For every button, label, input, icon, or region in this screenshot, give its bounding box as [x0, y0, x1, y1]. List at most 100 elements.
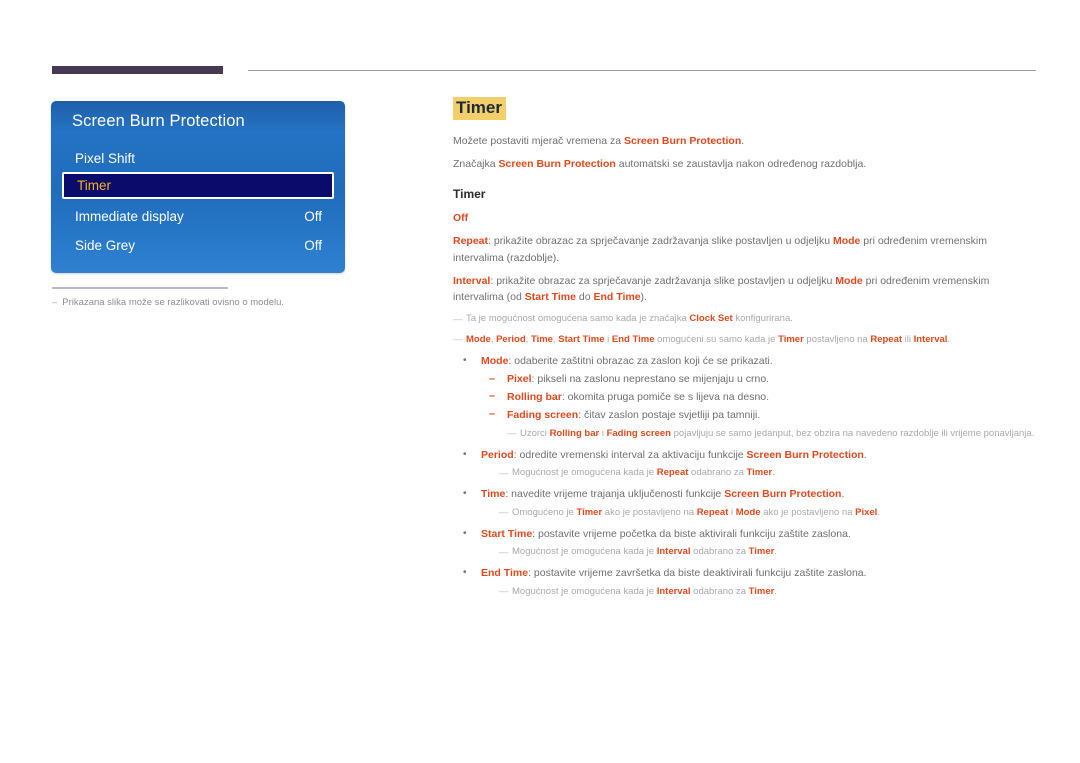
note-end-time-t1: Mogućnost je omogućena kada je [512, 585, 657, 597]
osd-item-value: Off [304, 208, 322, 224]
note-modes-k8: Interval [913, 333, 948, 345]
intro-1-key: Screen Burn Protection [623, 134, 742, 147]
note-time-k2: Repeat [696, 506, 729, 518]
note-start-time: — Mogućnost je omogućena kada je Interval… [499, 545, 1038, 559]
bullet-dot-icon: • [463, 488, 467, 500]
osd-item-pixel-shift[interactable]: Pixel Shift [62, 145, 334, 171]
note-dash-icon: — [453, 313, 463, 325]
bullet-start-time-text: : postavite vrijeme početka da biste akt… [532, 527, 851, 540]
sub-item-rolling-bar-key: Rolling bar [507, 390, 562, 403]
note-time-k4: Pixel [855, 506, 878, 518]
bullet-period: • Period: odredite vremenski interval za … [453, 447, 1038, 481]
bullet-dot-icon: • [463, 527, 467, 539]
osd-item-label: Side Grey [75, 237, 136, 253]
bullet-dot-icon: • [463, 567, 467, 579]
osd-item-value: Off [304, 237, 322, 253]
note-time-k1: Timer [576, 506, 603, 518]
sub-item-pixel: – Pixel: pikseli na zaslonu neprestano se… [481, 371, 1038, 388]
note-modes-k1: Mode [466, 333, 491, 345]
note-modes-enabled: — Mode, Period, Time, Start Time i End Ti… [453, 333, 1038, 347]
manual-page: Screen Burn Protection Pixel Shift Timer… [0, 0, 1080, 763]
sub-item-fading-screen: – Fading screen: čitav zaslon postaje svj… [481, 407, 1038, 424]
bullet-period-k2: Screen Burn Protection [746, 448, 864, 461]
bullet-time-t1: : navedite vrijeme trajanja uključenosti… [505, 488, 725, 501]
option-interval-t4: ). [640, 291, 647, 304]
bullet-period-t2: . [863, 448, 867, 461]
bullet-time: • Time: navedite vrijeme trajanja uključe… [453, 486, 1038, 520]
note-time-t2: ako je postavljeno na [602, 506, 697, 518]
bullet-dot-icon: • [463, 448, 467, 460]
option-off-key: Off [453, 212, 469, 225]
note-dash-icon: — [453, 334, 463, 346]
note-period-t3: . [772, 467, 775, 479]
sub-item-rolling-bar: – Rolling bar: okomita pruga pomiče se s … [481, 389, 1038, 406]
bullet-time-k2: Screen Burn Protection [724, 488, 842, 501]
note-mode-t2: i [599, 427, 607, 439]
note-dash-icon: — [499, 467, 509, 479]
option-interval-t1: : prikažite obrazac za sprječavanje zadr… [490, 274, 836, 287]
option-off: Off [453, 210, 1038, 226]
note-time: — Omogućeno je Timer ako je postavljeno n… [499, 506, 1038, 520]
page-title: Timer [453, 97, 506, 120]
option-repeat: Repeat: prikažite obrazac za sprječavanj… [453, 233, 1038, 266]
note-dash-icon: — [507, 428, 517, 440]
mode-sub-list: – Pixel: pikseli na zaslonu neprestano se… [481, 371, 1038, 423]
dash-icon: – [489, 372, 496, 385]
osd-item-side-grey[interactable]: Side Grey Off [62, 232, 334, 258]
sub-item-pixel-key: Pixel [507, 373, 532, 386]
note-time-t1: Omogućeno je [512, 506, 577, 518]
header-tab-marker [52, 66, 223, 74]
content-column: Timer Možete postaviti mjerač vremena za… [453, 97, 1038, 605]
osd-item-label: Pixel Shift [75, 150, 136, 166]
note-time-t4: ako je postavljeno na [760, 506, 856, 518]
osd-item-timer[interactable]: Timer [62, 172, 334, 199]
panel-footnote: – Prikazana slika može se razlikovati ov… [52, 296, 372, 309]
osd-item-label: Immediate display [75, 208, 184, 224]
bullet-mode-text: : odaberite zaštitni obrazac za zaslon k… [508, 354, 773, 367]
bullet-start-time-key: Start Time [481, 527, 533, 540]
note-start-time-k1: Interval [656, 546, 691, 558]
note-modes-k3: Time [530, 333, 553, 345]
note-dash-icon: — [499, 507, 509, 519]
note-modes-s4: i [604, 333, 612, 345]
osd-item-label: Timer [77, 178, 111, 193]
intro-2-pre: Značajka [453, 157, 499, 170]
note-end-time-t3: . [774, 585, 777, 597]
note-modes-t3: ili [902, 333, 914, 345]
note-modes-t2: postavljeno na [803, 333, 871, 345]
bullet-period-key: Period [481, 448, 514, 461]
note-modes-t4: . [947, 333, 951, 345]
note-mode-patterns: — Uzorci Rolling bar i Fading screen poja… [507, 427, 1038, 441]
option-repeat-k2: Mode [832, 235, 861, 248]
osd-menu-panel: Screen Burn Protection Pixel Shift Timer… [51, 101, 345, 273]
note-clock-t1: Ta je mogućnost omogućena samo kada je z… [466, 313, 690, 325]
intro-2-post: automatski se zaustavlja nakon određenog… [615, 157, 867, 170]
sub-item-fading-screen-key: Fading screen [507, 408, 579, 421]
note-end-time-k1: Interval [656, 585, 691, 597]
note-period-k2: Timer [746, 467, 773, 479]
note-end-time-k2: Timer [748, 585, 775, 597]
note-period: — Mogućnost je omogućena kada je Repeat o… [499, 466, 1038, 480]
note-modes-t1: omogućeni su samo kada je [654, 333, 779, 345]
option-repeat-t1: : prikažite obrazac za sprječavanje zadr… [488, 235, 833, 248]
note-start-time-t1: Mogućnost je omogućena kada je [512, 546, 657, 558]
note-mode-t3: pojavljuju se samo jedanput, bez obzira … [671, 427, 1035, 439]
intro-paragraph-2: Značajka Screen Burn Protection automats… [453, 156, 1038, 172]
option-bullet-list: • Mode: odaberite zaštitni obrazac za zas… [453, 353, 1038, 599]
option-interval-k3: Start Time [524, 291, 576, 304]
panel-note-rule [52, 287, 228, 289]
osd-item-immediate-display[interactable]: Immediate display Off [62, 203, 334, 229]
note-mode-k1: Rolling bar [549, 427, 600, 439]
bullet-start-time: • Start Time: postavite vrijeme početka d… [453, 526, 1038, 560]
note-modes-k6: Timer [778, 333, 804, 345]
note-period-t2: odabrano za [688, 467, 747, 479]
osd-panel-title: Screen Burn Protection [72, 112, 245, 130]
sub-item-fading-screen-text: : čitav zaslon postaje svjetliji pa tamn… [578, 408, 761, 421]
footnote-text: Prikazana slika može se razlikovati ovis… [62, 297, 285, 308]
note-dash-icon: — [499, 546, 509, 558]
note-dash-icon: — [499, 586, 509, 598]
note-time-t5: . [877, 506, 880, 518]
bullet-time-key: Time [481, 488, 506, 501]
note-start-time-k2: Timer [748, 546, 775, 558]
note-period-t1: Mogućnost je omogućena kada je [512, 467, 657, 479]
